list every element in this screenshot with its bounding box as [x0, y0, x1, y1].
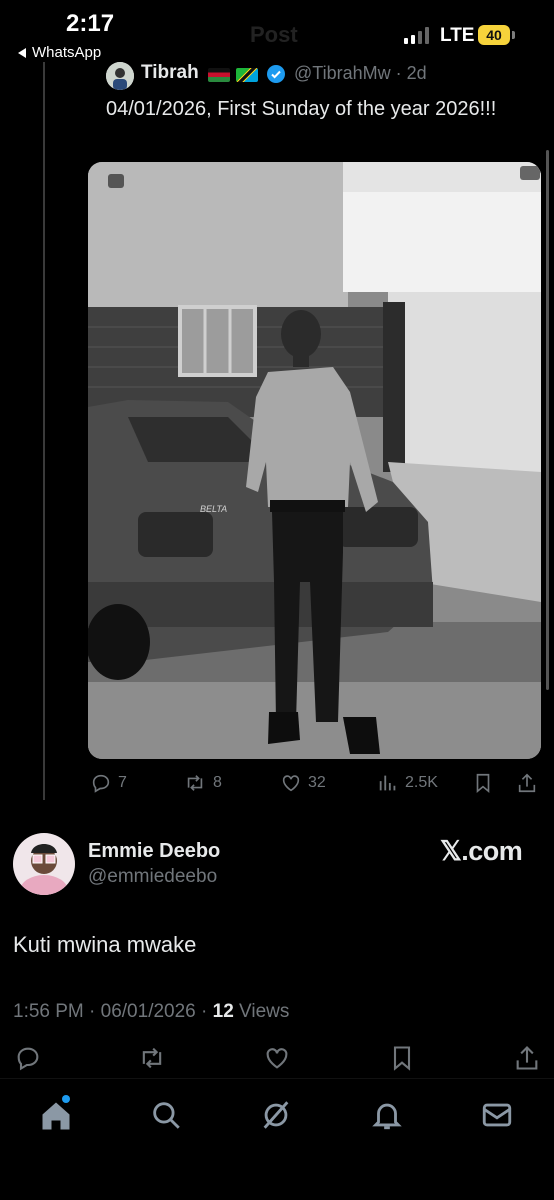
car-badge-text: BELTA	[200, 504, 227, 514]
tanzania-flag-icon	[236, 68, 258, 82]
reply-icon	[92, 774, 110, 793]
page-title: Post	[250, 22, 298, 47]
quoted-text: 04/01/2026, First Sunday of the year 202…	[106, 98, 497, 120]
network-type: LTE	[440, 25, 475, 46]
share-icon	[516, 1046, 538, 1070]
battery-level: 40	[486, 27, 502, 43]
battery-icon: 40	[478, 25, 510, 45]
quoted-like-count: 32	[308, 774, 326, 791]
reply-icon	[17, 1047, 39, 1071]
home-notification-dot	[62, 1095, 70, 1103]
search-icon	[153, 1102, 180, 1129]
quoted-repost-button[interactable]: 8	[183, 772, 222, 794]
author-avatar[interactable]	[13, 833, 75, 895]
quoted-like-button[interactable]: 32	[280, 772, 326, 794]
back-app-label: WhatsApp	[32, 44, 102, 61]
share-button[interactable]	[513, 1044, 541, 1072]
repost-icon	[142, 1047, 162, 1069]
quoted-repost-count: 8	[213, 774, 222, 791]
home-icon	[42, 1102, 70, 1130]
quoted-views-button[interactable]: 2.5K	[377, 772, 438, 794]
quoted-author-name[interactable]: Tibrah	[141, 62, 199, 84]
author-name[interactable]: Emmie Deebo	[88, 840, 220, 863]
tweet-text: Kuti mwina mwake	[13, 932, 197, 957]
bell-icon	[372, 1103, 402, 1130]
heart-icon	[282, 775, 300, 792]
bookmark-icon	[393, 1046, 411, 1071]
quoted-handle: @TibrahMw · 2d	[294, 63, 427, 83]
quoted-bookmark-button[interactable]	[472, 772, 494, 794]
nav-home[interactable]	[38, 1098, 74, 1134]
thread-line	[43, 62, 45, 800]
verified-badge-icon	[266, 64, 286, 84]
back-arrow-icon	[18, 47, 26, 58]
repost-icon	[187, 775, 203, 791]
views-icon	[379, 775, 396, 791]
bookmark-icon	[476, 773, 490, 794]
mail-icon	[482, 1103, 512, 1127]
nav-grok[interactable]	[259, 1098, 295, 1134]
nav-notifications[interactable]	[370, 1098, 406, 1134]
tweet-timestamp: 1:56 PM · 06/01/2026 ·	[13, 1001, 213, 1022]
views-label: Views	[233, 1001, 290, 1022]
like-button[interactable]	[263, 1044, 291, 1072]
views-count: 12	[212, 1001, 234, 1022]
tweet-meta: 1:56 PM · 06/01/2026 · 12 Views	[13, 1001, 289, 1023]
battery-cap	[512, 31, 515, 39]
quoted-photo[interactable]: BELTA	[88, 162, 541, 759]
quoted-views-count: 2.5K	[405, 774, 438, 791]
author-handle[interactable]: @emmiedeebo	[88, 866, 217, 888]
quoted-reply-count: 7	[118, 774, 127, 791]
back-to-app-link[interactable]: WhatsApp	[18, 44, 101, 61]
source-label[interactable]: 𝕏.com	[440, 836, 523, 867]
share-icon	[518, 773, 536, 793]
bookmark-button[interactable]	[388, 1044, 416, 1072]
malawi-flag-icon	[208, 68, 230, 82]
signal-icon	[404, 26, 429, 44]
nav-messages[interactable]	[480, 1098, 516, 1134]
nav-search[interactable]	[149, 1098, 185, 1134]
scrollbar[interactable]	[546, 150, 549, 690]
repost-button[interactable]	[137, 1044, 167, 1072]
grok-icon	[263, 1101, 289, 1129]
bottom-nav	[0, 1078, 554, 1200]
quoted-reply-button[interactable]: 7	[90, 772, 127, 794]
reply-button[interactable]	[14, 1044, 42, 1072]
status-time: 2:17	[66, 10, 115, 37]
quoted-share-button[interactable]	[516, 772, 538, 794]
quoted-avatar[interactable]	[106, 62, 134, 90]
heart-icon	[266, 1048, 288, 1069]
